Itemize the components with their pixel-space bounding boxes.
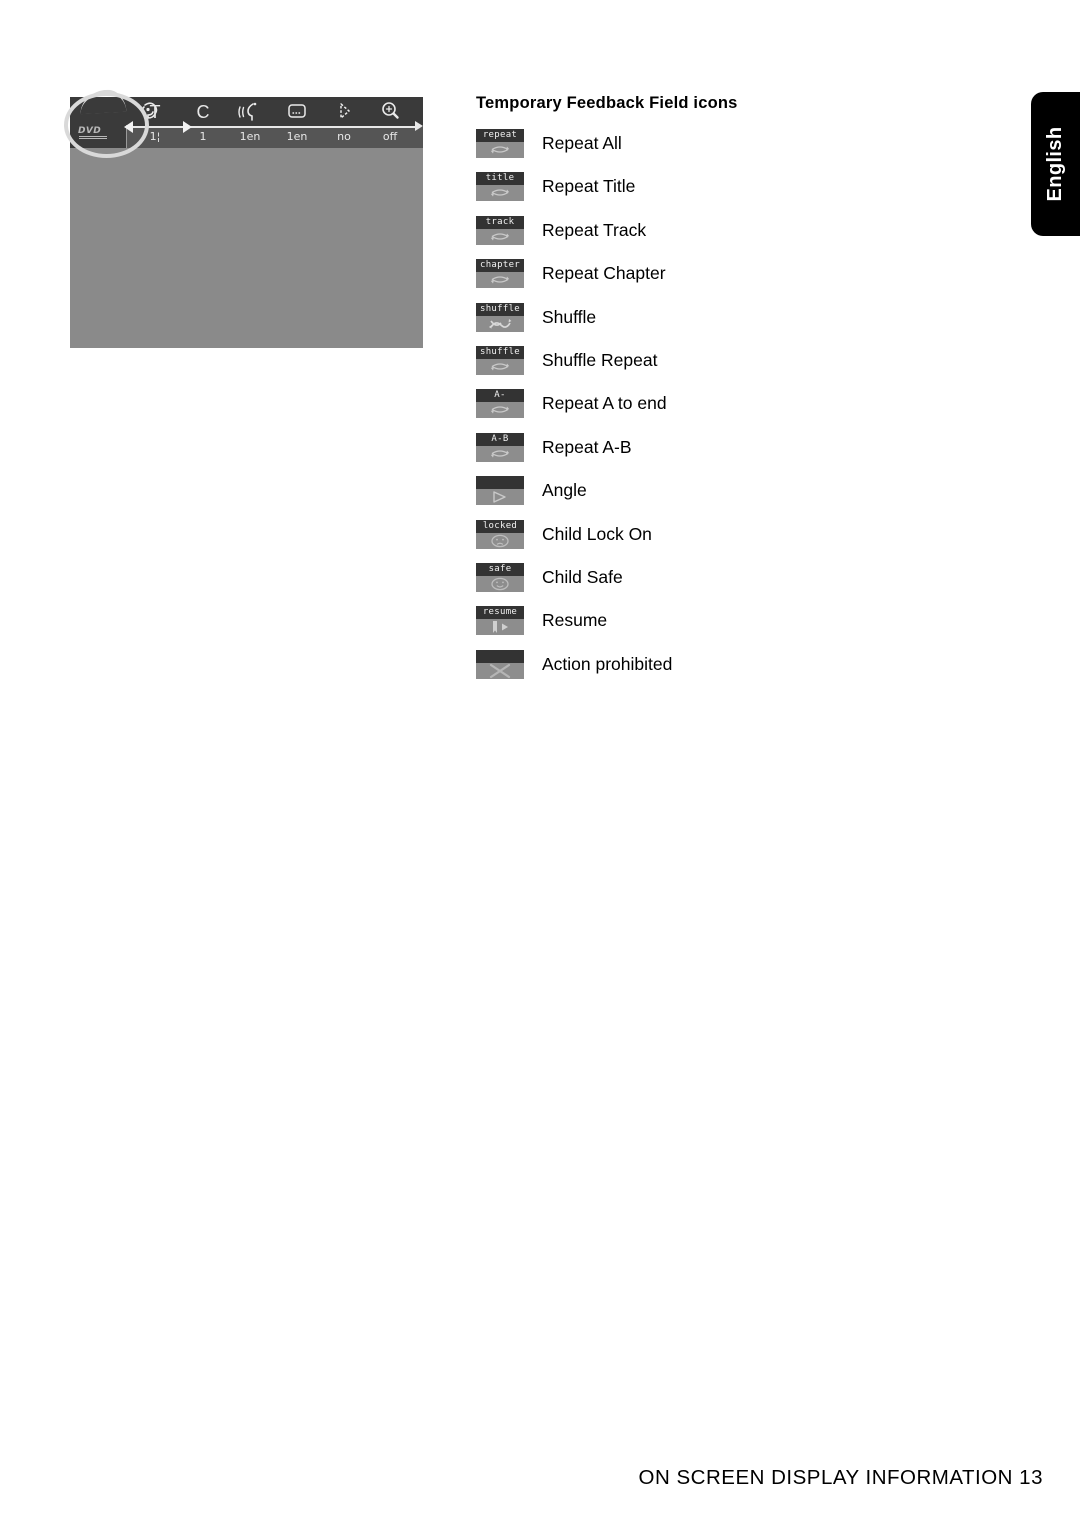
feedback-icon-row: safe Child Safe bbox=[474, 562, 994, 606]
osd-axis-arrowhead-icon bbox=[415, 121, 423, 131]
section-title: Temporary Feedback Field icons bbox=[476, 94, 738, 112]
resume-play-icon bbox=[476, 619, 524, 635]
feedback-icon-row: locked Child Lock On bbox=[474, 519, 994, 563]
osd-field-zoom-value: off bbox=[382, 130, 398, 143]
feedback-icon-label: Child Lock On bbox=[542, 523, 652, 544]
audio-language-icon bbox=[227, 99, 273, 125]
feedback-icon-label: Repeat A-B bbox=[542, 436, 632, 457]
osd-field-audio[interactable]: 1en bbox=[227, 97, 273, 148]
sad-face-icon bbox=[476, 533, 524, 549]
shuffle-arrows-icon bbox=[476, 316, 524, 332]
feedback-icon-row: shuffle Shuffle Repeat bbox=[474, 345, 994, 389]
loop-arrow-icon bbox=[476, 185, 524, 201]
feedback-icon-caption: A- bbox=[476, 389, 524, 403]
page-footer: ON SCREEN DISPLAY INFORMATION 13 bbox=[638, 1466, 1043, 1489]
feedback-icon-label: Action prohibited bbox=[542, 653, 673, 674]
feedback-icon-label: Resume bbox=[542, 610, 608, 631]
feedback-icon-label: Angle bbox=[542, 480, 587, 501]
angle-arrow-icon bbox=[476, 489, 524, 505]
feedback-icon-caption bbox=[476, 649, 524, 663]
zoom-icon bbox=[367, 99, 413, 125]
feedback-icon-angle-arrow-icon bbox=[476, 476, 524, 506]
feedback-icon-label: Repeat A to end bbox=[542, 393, 667, 414]
osd-field-audio-value: 1en bbox=[239, 130, 261, 143]
osd-field-zoom[interactable]: off bbox=[367, 97, 413, 148]
feedback-icon-row: Action prohibited bbox=[474, 649, 994, 693]
loop-arrow-icon bbox=[476, 402, 524, 418]
feedback-icon-resume-play-icon: resume bbox=[476, 606, 524, 636]
feedback-icon-row: repeat Repeat All bbox=[474, 129, 994, 172]
feedback-icon-loop-arrow-icon: repeat bbox=[476, 129, 524, 158]
feedback-icon-sad-face-icon: locked bbox=[476, 519, 524, 549]
language-tab-english: English bbox=[1031, 92, 1080, 236]
feedback-icon-caption: A-B bbox=[476, 432, 524, 446]
osd-field-angle-value: no bbox=[337, 130, 351, 143]
angle-icon bbox=[321, 99, 367, 125]
subtitle-icon bbox=[274, 99, 320, 125]
feedback-icon-row: A-B Repeat A-B bbox=[474, 432, 994, 476]
feedback-icon-shuffle-arrows-icon: shuffle bbox=[476, 302, 524, 332]
smiley-face-icon bbox=[476, 576, 524, 592]
feedback-icon-label: Repeat Title bbox=[542, 176, 636, 197]
osd-field-angle[interactable]: no bbox=[321, 97, 367, 148]
feedback-icon-cross-prohibited-icon bbox=[476, 649, 524, 679]
feedback-icon-row: A- Repeat A to end bbox=[474, 389, 994, 432]
feedback-icon-caption: shuffle bbox=[476, 345, 524, 359]
feedback-icon-caption: chapter bbox=[476, 259, 524, 273]
loop-arrow-icon bbox=[476, 229, 524, 245]
feedback-icon-caption: resume bbox=[476, 606, 524, 620]
feedback-icon-caption: locked bbox=[476, 519, 524, 533]
feedback-icon-list: repeat Repeat All title Repeat Title track Re… bbox=[474, 129, 994, 693]
feedback-icon-loop-arrow-icon: track bbox=[476, 215, 524, 245]
feedback-icon-caption: shuffle bbox=[476, 302, 524, 316]
language-tab-label: English bbox=[1044, 126, 1066, 202]
cross-prohibited-icon bbox=[476, 663, 524, 679]
feedback-icon-label: Shuffle bbox=[542, 306, 597, 327]
feedback-icon-loop-arrow-icon: A-B bbox=[476, 432, 524, 462]
osd-field-chapter-value: 1 bbox=[199, 130, 207, 143]
feedback-icon-caption: repeat bbox=[476, 129, 524, 142]
feedback-icon-label: Repeat All bbox=[542, 133, 622, 153]
loop-arrow-icon bbox=[476, 446, 524, 462]
feedback-icon-row: track Repeat Track bbox=[474, 215, 994, 259]
feedback-icon-row: Angle bbox=[474, 476, 994, 519]
feedback-icon-loop-arrow-icon: shuffle bbox=[476, 345, 524, 375]
feedback-icon-row: shuffle Shuffle bbox=[474, 302, 994, 346]
osd-screen-illustration: DVD T 1¦ C 1 1en 1en no off bbox=[64, 88, 423, 348]
osd-field-chapter[interactable]: C 1 bbox=[180, 97, 226, 148]
feedback-icon-row: title Repeat Title bbox=[474, 172, 994, 215]
feedback-icon-loop-arrow-icon: chapter bbox=[476, 259, 524, 289]
feedback-icon-caption: title bbox=[476, 172, 524, 186]
feedback-icon-label: Child Safe bbox=[542, 566, 623, 587]
feedback-icon-loop-arrow-icon: title bbox=[476, 172, 524, 202]
feedback-icon-label: Repeat Chapter bbox=[542, 263, 666, 284]
loop-arrow-icon bbox=[476, 359, 524, 375]
osd-field-subtitle[interactable]: 1en bbox=[274, 97, 320, 148]
loop-arrow-icon bbox=[476, 142, 524, 158]
feedback-icon-label: Shuffle Repeat bbox=[542, 349, 658, 370]
feedback-icon-row: chapter Repeat Chapter bbox=[474, 259, 994, 302]
chapter-letter-icon: C bbox=[196, 102, 210, 122]
osd-field-subtitle-value: 1en bbox=[286, 130, 308, 143]
feedback-icon-caption bbox=[476, 476, 524, 490]
temporary-feedback-field-section: Temporary Feedback Field icons repeat Rep… bbox=[474, 94, 994, 693]
feedback-icon-smiley-face-icon: safe bbox=[476, 562, 524, 592]
loop-arrow-icon bbox=[476, 272, 524, 288]
feedback-icon-row: resume Resume bbox=[474, 606, 994, 649]
feedback-icon-caption: safe bbox=[476, 562, 524, 576]
feedback-icon-loop-arrow-icon: A- bbox=[476, 389, 524, 419]
feedback-icon-label: Repeat Track bbox=[542, 219, 647, 240]
feedback-icon-caption: track bbox=[476, 215, 524, 229]
